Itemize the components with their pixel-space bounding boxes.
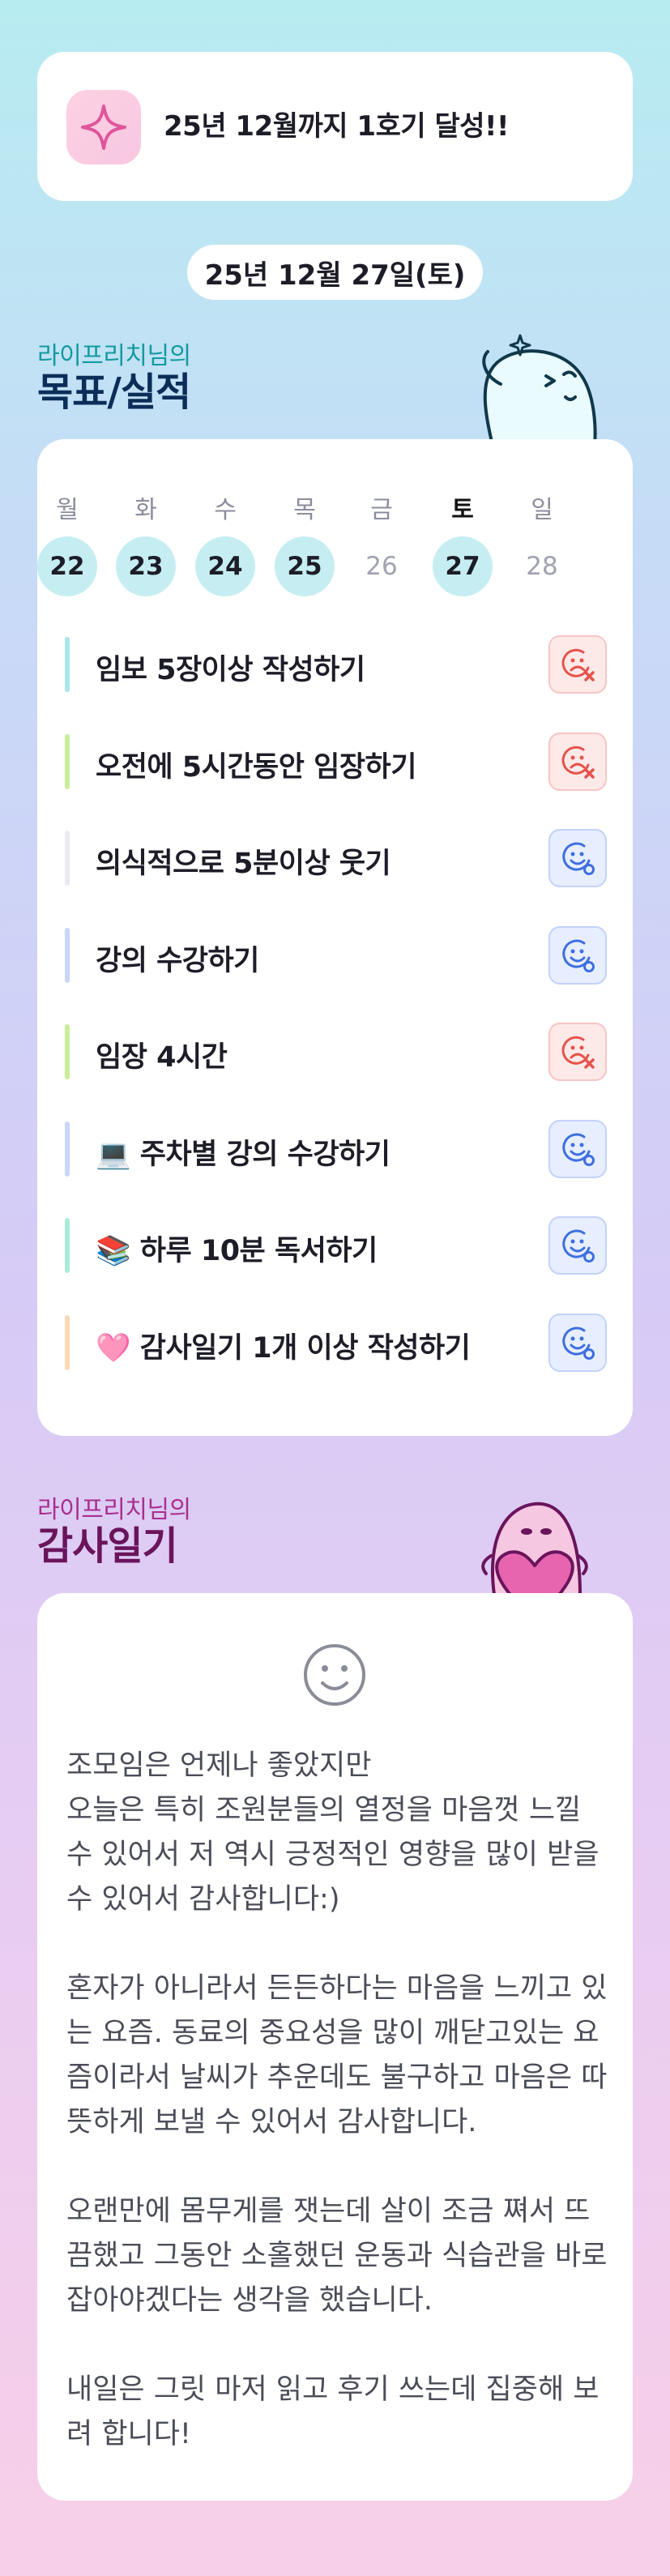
day-28[interactable]: 28	[512, 536, 572, 596]
goal-color-bar	[65, 1218, 70, 1273]
gratitude-paragraph: 조모임은 언제나 좋았지만 오늘은 특히 조원분들의 열정을 마음껏 느낄 수 …	[66, 1749, 600, 1916]
smiley-icon	[304, 1644, 365, 1706]
weekday-label: 목	[293, 496, 316, 524]
happy-face-pass-icon	[562, 1326, 595, 1360]
goal-banner: 25년 12월까지 1호기 달성!!	[37, 52, 633, 201]
gratitude-paragraph: 내일은 그릿 마저 읽고 후기 쓰는데 집중해 보려 합니다!	[66, 2373, 600, 2450]
mascot-heart-illustration	[481, 1502, 588, 1595]
goal-row[interactable]: 📚 하루 10분 독서하기	[65, 1215, 607, 1276]
goal-color-bar	[65, 927, 70, 983]
day-22[interactable]: 22	[37, 536, 97, 596]
goal-row[interactable]: 💻 주차별 강의 수강하기	[65, 1118, 607, 1180]
sad-face-fail-icon	[561, 648, 595, 681]
goal-row[interactable]: 🩷 감사일기 1개 이상 작성하기	[65, 1312, 607, 1373]
day-25[interactable]: 25	[275, 536, 335, 596]
weekday-label: 금	[370, 496, 393, 524]
weekday-label: 토	[451, 496, 474, 524]
goal-label: 🩷 감사일기 1개 이상 작성하기	[96, 1331, 471, 1365]
weekday-label: 일	[531, 496, 553, 524]
weekday-label: 수	[214, 496, 237, 524]
goal-label: 임장 4시간	[96, 1041, 228, 1074]
day-24[interactable]: 24	[195, 536, 255, 596]
goal-pass-badge[interactable]	[548, 1313, 607, 1372]
goal-label: 💻 주차별 강의 수강하기	[96, 1138, 390, 1171]
goals-section-title: 목표/실적	[37, 370, 191, 415]
goal-row[interactable]: 의식적으로 5분이상 웃기	[65, 827, 607, 889]
goal-pass-badge[interactable]	[548, 925, 607, 985]
happy-face-pass-icon	[562, 842, 595, 875]
happy-face-pass-icon	[562, 939, 595, 972]
sad-face-fail-icon	[561, 745, 595, 779]
weekday-label: 화	[134, 496, 157, 524]
day-23[interactable]: 23	[116, 536, 176, 596]
goal-row[interactable]: 임보 5장이상 작성하기	[65, 634, 607, 695]
goal-row[interactable]: 강의 수강하기	[65, 925, 607, 986]
goal-row[interactable]: 오전에 5시간동안 임장하기	[65, 731, 607, 792]
gratitude-paragraph: 오랜만에 몸무게를 잿는데 살이 조금 쪄서 뜨끔했고 그동안 소홀했던 운동과…	[66, 2195, 608, 2317]
goal-color-bar	[65, 733, 70, 789]
weekday-label: 월	[56, 496, 79, 524]
goal-label: 📚 하루 10분 독서하기	[96, 1235, 378, 1267]
gratitude-paragraph: 혼자가 아니라서 든든하다는 마음을 느끼고 있는 요즘. 동료의 중요성을 많…	[66, 1972, 608, 2138]
day-27[interactable]: 27	[433, 536, 493, 596]
gratitude-card: 조모임은 언제나 좋았지만 오늘은 특히 조원분들의 열정을 마음껏 느낄 수 …	[37, 1593, 633, 2501]
mascot-ghost-illustration	[482, 334, 597, 446]
goal-fail-badge[interactable]	[548, 1023, 607, 1081]
sparkle-icon	[81, 105, 126, 150]
goal-label: 의식적으로 5분이상 웃기	[96, 848, 391, 880]
goal-color-bar	[65, 1024, 70, 1079]
goal-pass-badge[interactable]	[548, 1119, 607, 1178]
goal-text: 25년 12월까지 1호기 달성!!	[164, 110, 510, 143]
goal-pass-badge[interactable]	[548, 829, 607, 887]
goal-color-bar	[65, 831, 70, 886]
gratitude-section-title: 감사일기	[37, 1523, 178, 1569]
sad-face-fail-icon	[561, 1036, 595, 1069]
happy-face-pass-icon	[562, 1133, 595, 1166]
day-26[interactable]: 26	[352, 536, 412, 596]
goal-color-bar	[65, 1314, 70, 1370]
goal-icon-box	[66, 90, 141, 164]
date-pill[interactable]: 25년 12월 27일(토)	[187, 245, 483, 300]
goal-color-bar	[65, 637, 70, 692]
goal-label: 오전에 5시간동안 임장하기	[96, 750, 416, 784]
goal-pass-badge[interactable]	[548, 1216, 607, 1275]
goal-label: 임보 5장이상 작성하기	[96, 654, 365, 686]
goals-card: 월 22 화 23 수 24 목 25 금 26 토 27 일 28 임보 5장이상 작성하기 오전에 5…	[37, 439, 633, 1436]
gratitude-text: 조모임은 언제나 좋았지만 오늘은 특히 조원분들의 열정을 마음껏 느낄 수 …	[66, 1744, 609, 2501]
goal-fail-badge[interactable]	[548, 732, 607, 791]
goal-fail-badge[interactable]	[548, 635, 607, 694]
goal-color-bar	[65, 1121, 70, 1177]
happy-face-pass-icon	[562, 1229, 595, 1262]
goal-label: 강의 수강하기	[96, 944, 259, 977]
goal-row[interactable]: 임장 4시간	[65, 1021, 607, 1083]
